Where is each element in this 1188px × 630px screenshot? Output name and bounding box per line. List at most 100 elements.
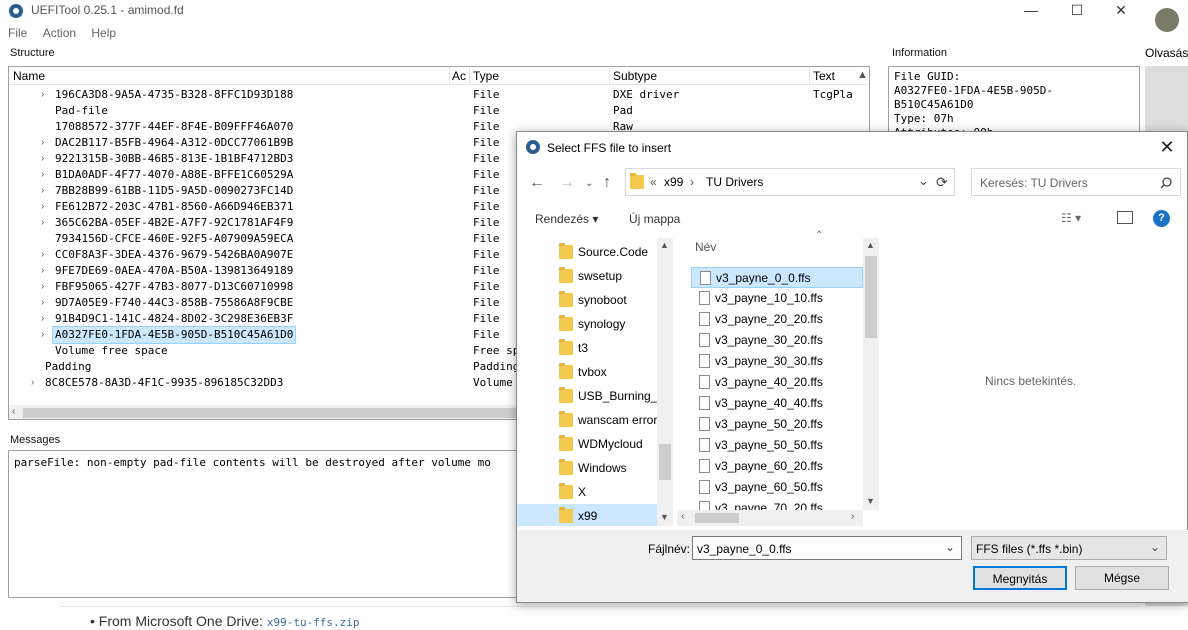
menu-file[interactable]: File [4,26,31,40]
col-action[interactable]: Ac [452,69,466,83]
tree-row-type: File [473,232,500,245]
scrollbar-thumb[interactable] [23,408,523,418]
file-item[interactable]: v3_payne_30_20.ffs [691,330,863,351]
expand-arrow-icon[interactable]: › [41,135,44,151]
scroll-up-icon[interactable]: ▲ [660,240,669,250]
scrollbar-thumb[interactable] [865,256,877,338]
dialog-close-button[interactable]: ✕ [1155,136,1179,160]
expand-arrow-icon[interactable]: › [41,87,44,103]
nav-folder-item[interactable]: swsetup [517,264,657,288]
expand-arrow-icon[interactable]: › [41,263,44,279]
nav-folder-label: x99 [578,509,598,523]
file-item[interactable]: v3_payne_60_20.ffs [691,456,863,477]
col-type[interactable]: Type [473,69,499,83]
nav-folder-item[interactable]: tvbox [517,360,657,384]
search-placeholder: Keresés: TU Drivers [980,176,1088,190]
nav-folder-item[interactable]: Windows [517,456,657,480]
forward-icon[interactable]: → [559,174,575,192]
nav-folder-item[interactable]: synology [517,312,657,336]
sort-up-icon[interactable]: ▲ [857,69,868,81]
scrollbar-thumb[interactable] [695,513,739,523]
back-icon[interactable]: ← [529,174,545,192]
messages-panel[interactable]: parseFile: non-empty pad-file contents w… [8,450,518,598]
address-dropdown-icon[interactable]: ⌄ [918,173,929,189]
col-name[interactable]: Name [13,69,45,83]
scroll-left-icon[interactable]: ‹ [681,511,684,522]
file-item[interactable]: v3_payne_20_20.ffs [691,309,863,330]
address-bar[interactable]: « x99 › TU Drivers ⌄ ⟳ [625,168,955,196]
up-icon[interactable]: ↑ [603,174,611,192]
file-item[interactable]: v3_payne_30_30.ffs [691,351,863,372]
expand-arrow-icon[interactable]: › [41,167,44,183]
file-item[interactable]: v3_payne_50_50.ffs [691,435,863,456]
file-item[interactable]: v3_payne_0_0.ffs [691,267,863,288]
tree-row[interactable]: Pad-file File Pad [9,103,869,119]
nav-folder-item[interactable]: wanscam error [517,408,657,432]
expand-arrow-icon[interactable]: › [41,183,44,199]
file-item[interactable]: v3_payne_60_50.ffs [691,477,863,498]
nav-folder-item[interactable]: synoboot [517,288,657,312]
expand-arrow-icon[interactable]: › [41,279,44,295]
cancel-button[interactable]: Mégse [1075,566,1169,590]
chevron-down-icon[interactable]: ⌄ [1150,540,1160,554]
filetype-select[interactable]: FFS files (*.ffs *.bin) ⌄ [971,536,1167,560]
col-subtype[interactable]: Subtype [613,69,657,83]
file-list-scrollbar[interactable]: ▲ ▼ [863,238,879,510]
breadcrumb-x99[interactable]: x99 [664,175,683,189]
menu-help[interactable]: Help [87,26,120,40]
avatar[interactable] [1155,8,1179,32]
nav-folder-item[interactable]: X [517,480,657,504]
expand-arrow-icon[interactable]: › [41,327,44,343]
nav-folder-item[interactable]: WDMycloud [517,432,657,456]
scroll-left-icon[interactable]: ‹ [12,406,15,417]
expand-arrow-icon[interactable]: › [41,151,44,167]
file-list-hscrollbar[interactable]: ‹ › [677,510,863,526]
expand-arrow-icon[interactable]: › [41,199,44,215]
menu-action[interactable]: Action [39,26,80,40]
file-item[interactable]: v3_payne_10_10.ffs [691,288,863,309]
scroll-up-icon[interactable]: ▲ [866,240,875,250]
filename-input[interactable]: v3_payne_0_0.ffs ⌄ [692,536,962,560]
organize-button[interactable]: Rendezés ▾ [535,212,598,226]
message-line: parseFile: non-empty pad-file contents w… [14,456,491,469]
scrollbar-thumb[interactable] [659,444,671,480]
open-button[interactable]: Megnyitás [973,566,1067,590]
expand-arrow-icon[interactable]: › [41,295,44,311]
file-list[interactable]: v3_payne_0_0.ffs v3_payne_10_10.ffs v3_pay… [677,238,879,526]
nav-folder-item[interactable]: t3 [517,336,657,360]
tree-row-name: Padding [45,360,92,373]
recent-dropdown-icon[interactable]: ⌄ [585,178,593,189]
breadcrumb-overflow[interactable]: « [650,175,657,189]
nav-folder-item[interactable]: x99 [517,504,657,526]
help-icon[interactable]: ? [1153,210,1170,227]
search-input[interactable]: Keresés: TU Drivers [971,168,1181,196]
app-gear-icon [526,140,540,154]
nav-scrollbar[interactable]: ▲ ▼ [657,238,673,526]
file-item[interactable]: v3_payne_40_20.ffs [691,372,863,393]
scroll-down-icon[interactable]: ▼ [866,496,875,506]
chevron-down-icon[interactable]: ⌄ [945,540,955,554]
expand-arrow-icon[interactable]: › [41,247,44,263]
file-item[interactable]: v3_payne_50_20.ffs [691,414,863,435]
breadcrumb-tu-drivers[interactable]: TU Drivers [706,175,763,189]
file-item[interactable]: v3_payne_40_40.ffs [691,393,863,414]
expand-arrow-icon[interactable]: › [31,375,34,391]
tree-row[interactable]: › 196CA3D8-9A5A-4735-B328-8FFC1D93D188 Fil… [9,87,869,103]
col-text[interactable]: Text [813,69,835,83]
search-icon[interactable] [1160,177,1172,189]
scroll-right-icon[interactable]: › [851,511,854,522]
view-options-icon[interactable]: ☷ ▾ [1061,211,1081,225]
nav-folder-item[interactable]: USB_Burning_T [517,384,665,408]
nav-folder-item[interactable]: Source.Code [517,240,657,264]
new-folder-button[interactable]: Új mappa [629,212,680,226]
preview-pane-icon[interactable] [1117,211,1133,224]
close-button[interactable]: ✕ [1098,0,1144,22]
tree-row-type: Volume [473,376,513,389]
maximize-button[interactable]: ☐ [1054,0,1100,22]
refresh-icon[interactable]: ⟳ [936,174,948,191]
minimize-button[interactable]: — [1008,0,1054,22]
navigation-pane[interactable]: Source.Code swsetup synoboot synology t3 tvbo… [517,238,673,526]
expand-arrow-icon[interactable]: › [41,311,44,327]
expand-arrow-icon[interactable]: › [41,215,44,231]
scroll-down-icon[interactable]: ▼ [660,512,669,522]
